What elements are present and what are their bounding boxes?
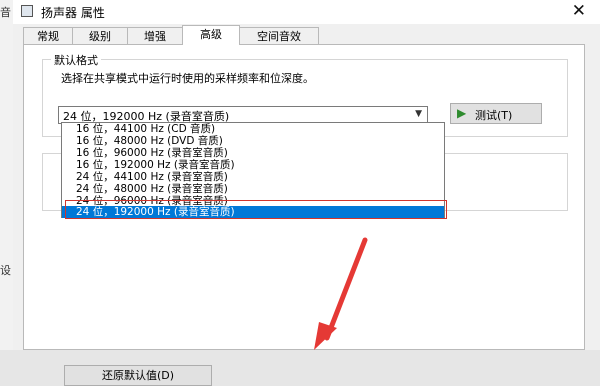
list-item[interactable]: 16 位，96000 Hz (录音室音质) [62, 147, 444, 159]
list-item[interactable]: 16 位，44100 Hz (CD 音质) [62, 123, 444, 135]
chevron-down-icon: ▼ [415, 109, 422, 119]
group-description: 选择在共享模式中运行时使用的采样频率和位深度。 [61, 72, 314, 85]
background-window-strip: 音 设 [0, 0, 14, 350]
tab-spatial-sound[interactable]: 空间音效 [239, 27, 319, 44]
list-item[interactable]: 24 位，44100 Hz (录音室音质) [62, 171, 444, 183]
window-title: 扬声器 属性 [41, 6, 105, 20]
group-title: 默认格式 [51, 52, 101, 68]
test-button[interactable]: ▶ 测试(T) [450, 103, 542, 124]
list-item[interactable]: 16 位，192000 Hz (录音室音质) [62, 159, 444, 171]
background-char: 音 [0, 6, 11, 19]
highlight-box [65, 200, 447, 219]
play-icon: ▶ [457, 106, 467, 120]
tab-enhancements[interactable]: 增强 [127, 27, 183, 44]
list-item[interactable]: 16 位，48000 Hz (DVD 音质) [62, 135, 444, 147]
tab-advanced[interactable]: 高级 [182, 25, 240, 45]
restore-defaults-button[interactable]: 还原默认值(D) [64, 365, 212, 386]
background-char: 设 [0, 264, 11, 277]
title-bar: 扬声器 属性 ✕ [13, 0, 600, 24]
list-item[interactable]: 24 位，48000 Hz (录音室音质) [62, 183, 444, 195]
test-button-label: 测试(T) [475, 109, 513, 122]
tab-general[interactable]: 常规 [23, 27, 73, 44]
tab-levels[interactable]: 级别 [72, 27, 128, 44]
close-button[interactable]: ✕ [572, 1, 586, 21]
speaker-properties-dialog: 扬声器 属性 ✕ 常规 级别 增强 高级 空间音效 默认格式 选择在共享模式中运… [13, 0, 600, 386]
speaker-icon [21, 5, 33, 17]
